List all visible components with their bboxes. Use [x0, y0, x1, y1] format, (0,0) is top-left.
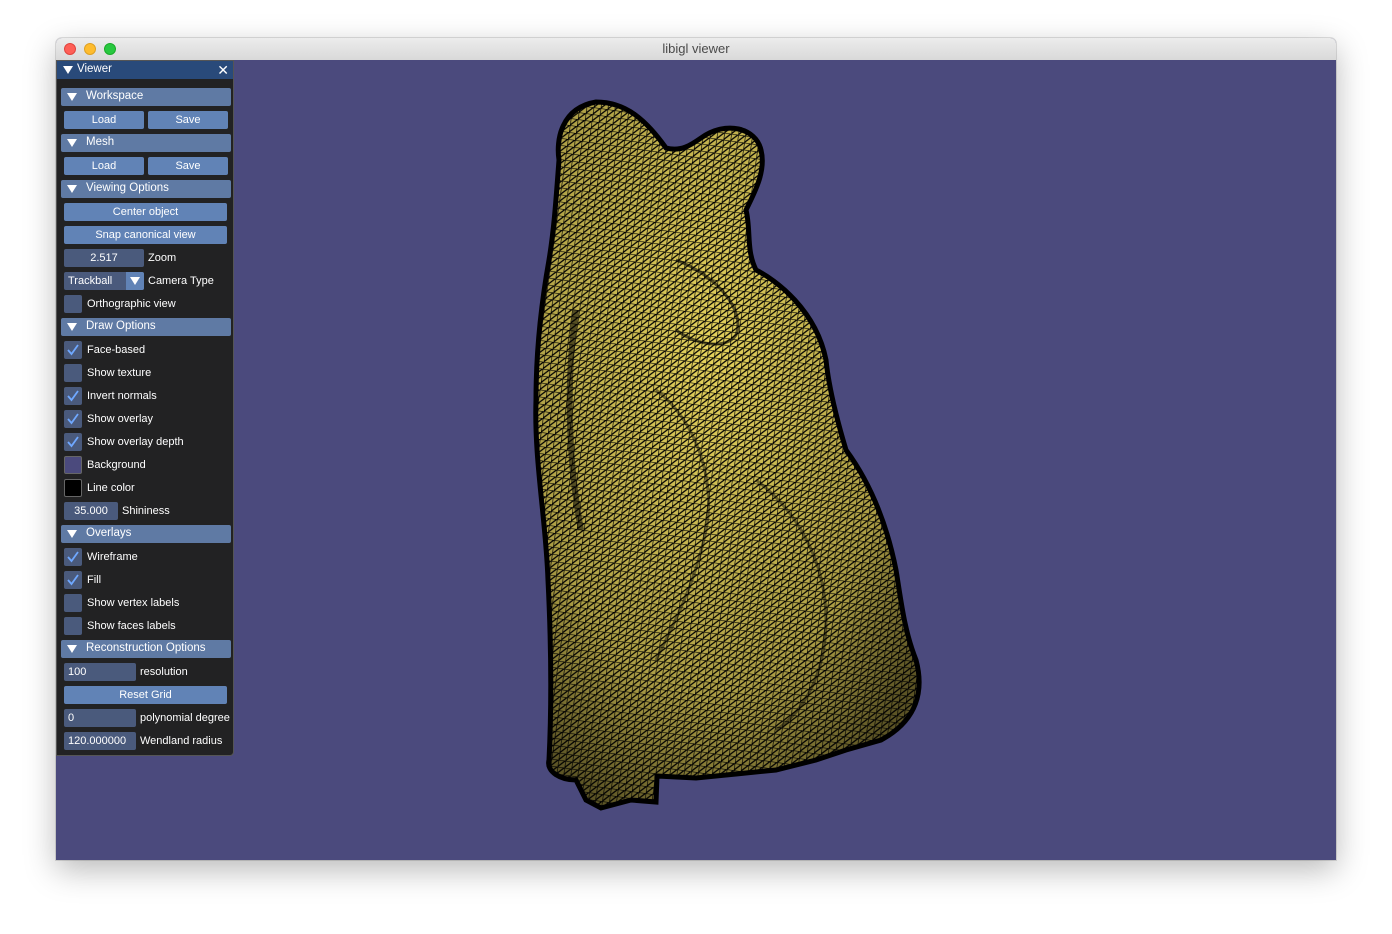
wendland-radius-label: Wendland radius — [140, 735, 223, 747]
title-bar[interactable]: libigl viewer — [56, 38, 1336, 61]
section-header-overlays[interactable]: Overlays — [61, 525, 231, 543]
zoom-label: Zoom — [148, 252, 177, 264]
camera-type-value: Trackball — [68, 275, 113, 287]
face-based-checkbox[interactable] — [64, 341, 82, 359]
chevron-down-icon — [67, 93, 77, 101]
chevron-down-icon — [67, 645, 77, 653]
background-label: Background — [87, 459, 146, 471]
3d-viewport[interactable] — [56, 60, 1336, 860]
polynomial-degree-label: polynomial degree — [140, 712, 230, 724]
mesh-load-button[interactable]: Load — [64, 157, 144, 175]
invert-normals-label: Invert normals — [87, 390, 157, 402]
fill-label: Fill — [87, 574, 102, 586]
checkmark-icon — [67, 436, 79, 448]
show-overlay-depth-label: Show overlay depth — [87, 436, 184, 448]
workspace-save-button[interactable]: Save — [148, 111, 228, 129]
chevron-down-icon — [67, 139, 77, 147]
checkmark-icon — [67, 413, 79, 425]
panel-title: Viewer — [77, 63, 112, 75]
section-header-viewing-options[interactable]: Viewing Options — [61, 180, 231, 198]
workspace-load-button[interactable]: Load — [64, 111, 144, 129]
checkmark-icon — [67, 574, 79, 586]
center-object-button[interactable]: Center object — [64, 203, 227, 221]
face-based-label: Face-based — [87, 344, 146, 356]
invert-normals-checkbox[interactable] — [64, 387, 82, 405]
chevron-down-icon — [67, 530, 77, 538]
checkmark-icon — [67, 344, 79, 356]
show-overlay-label: Show overlay — [87, 413, 154, 425]
orthographic-view-checkbox[interactable] — [64, 295, 82, 313]
section-label: Viewing Options — [86, 182, 169, 194]
reset-grid-button[interactable]: Reset Grid — [64, 686, 227, 704]
fill-checkbox[interactable] — [64, 571, 82, 589]
dropdown-button[interactable] — [126, 272, 144, 290]
section-label: Overlays — [86, 527, 132, 539]
snap-canonical-view-button[interactable]: Snap canonical view — [64, 226, 227, 244]
section-label: Workspace — [86, 90, 144, 102]
window-title: libigl viewer — [662, 41, 730, 56]
chevron-down-icon — [67, 185, 77, 193]
chevron-down-icon — [67, 323, 77, 331]
resolution-label: resolution — [140, 666, 188, 678]
section-header-reconstruction-options[interactable]: Reconstruction Options — [61, 640, 231, 658]
wendland-radius-input[interactable]: 120.000000 — [64, 732, 136, 750]
line-color-swatch[interactable] — [64, 479, 82, 497]
viewer-panel[interactable]: Viewer ✕ Workspace Load Save Mesh Load S… — [56, 60, 234, 756]
show-texture-label: Show texture — [87, 367, 152, 379]
close-icon[interactable]: ✕ — [217, 61, 229, 79]
background-color-swatch[interactable] — [64, 456, 82, 474]
section-label: Draw Options — [86, 320, 156, 332]
zoom-input[interactable]: 2.517 — [64, 249, 144, 267]
section-header-workspace[interactable]: Workspace — [61, 88, 231, 106]
show-overlay-depth-checkbox[interactable] — [64, 433, 82, 451]
checkmark-icon — [67, 551, 79, 563]
chevron-down-icon — [130, 277, 140, 285]
wireframe-checkbox[interactable] — [64, 548, 82, 566]
section-label: Reconstruction Options — [86, 642, 206, 654]
show-vertex-labels-label: Show vertex labels — [87, 597, 180, 609]
section-header-mesh[interactable]: Mesh — [61, 134, 231, 152]
mesh-save-button[interactable]: Save — [148, 157, 228, 175]
camera-type-select[interactable]: Trackball — [64, 272, 144, 290]
show-vertex-labels-checkbox[interactable] — [64, 594, 82, 612]
camera-type-label: Camera Type — [148, 275, 214, 287]
show-overlay-checkbox[interactable] — [64, 410, 82, 428]
collapse-arrow-icon[interactable] — [63, 66, 73, 74]
resolution-input[interactable]: 100 — [64, 663, 136, 681]
shininess-label: Shininess — [122, 505, 170, 517]
panel-title-bar[interactable]: Viewer ✕ — [57, 61, 233, 79]
section-label: Mesh — [86, 136, 115, 148]
app-window: libigl viewer Viewer ✕ Workspace Load Sa… — [56, 38, 1336, 860]
line-color-label: Line color — [87, 482, 135, 494]
shininess-input[interactable]: 35.000 — [64, 502, 118, 520]
polynomial-degree-input[interactable]: 0 — [64, 709, 136, 727]
checkmark-icon — [67, 390, 79, 402]
mesh-render[interactable] — [56, 60, 1336, 860]
bear-mesh — [533, 99, 922, 811]
orthographic-view-label: Orthographic view — [87, 298, 176, 310]
wireframe-label: Wireframe — [87, 551, 138, 563]
show-faces-labels-checkbox[interactable] — [64, 617, 82, 635]
show-texture-checkbox[interactable] — [64, 364, 82, 382]
section-header-draw-options[interactable]: Draw Options — [61, 318, 231, 336]
show-faces-labels-label: Show faces labels — [87, 620, 176, 632]
